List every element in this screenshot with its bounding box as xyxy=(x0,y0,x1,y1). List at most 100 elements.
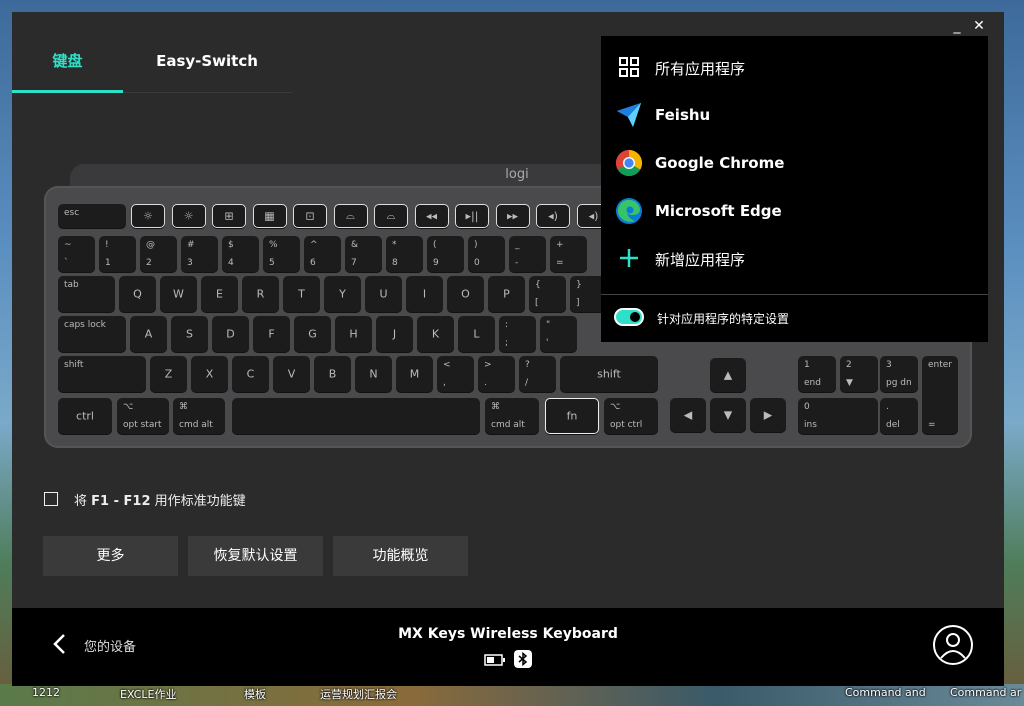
desktop-icon-label[interactable]: Command and xyxy=(845,686,926,699)
desktop-icon-label[interactable]: 1212 xyxy=(32,686,60,699)
key-number: ~ ` xyxy=(58,236,95,272)
menu-item-edge[interactable]: Microsoft Edge xyxy=(601,188,988,234)
chevron-left-icon[interactable] xyxy=(50,632,70,656)
key-number: (9 xyxy=(427,236,464,272)
key-punctuation: >. xyxy=(478,356,515,392)
key-number: + = xyxy=(550,236,587,272)
feishu-icon xyxy=(617,103,641,127)
key-number: #3 xyxy=(181,236,218,272)
key-letter: N xyxy=(355,356,392,392)
key-fn: fn xyxy=(545,398,599,434)
feature-overview-button[interactable]: 功能概览 xyxy=(333,536,468,576)
key-punctuation: :; xyxy=(499,316,536,352)
key-letter: A xyxy=(130,316,167,352)
key-function: ◂◂ xyxy=(414,204,449,228)
key-letter: Z xyxy=(150,356,187,392)
menu-item-label: 新增应用程序 xyxy=(655,251,746,269)
your-devices-link[interactable]: 您的设备 xyxy=(84,636,136,655)
key-letter: F xyxy=(253,316,290,352)
key-opt-ctrl: ⌥ opt ctrl xyxy=(604,398,658,434)
key-letter: O xyxy=(447,276,484,312)
key-function: ☼ xyxy=(131,204,165,228)
key-letter: T xyxy=(283,276,320,312)
key-cmd-alt: ⌘ cmd alt xyxy=(173,398,225,434)
menu-item-add-app[interactable]: 新增应用程序 xyxy=(601,235,988,281)
key-shift-right: shift xyxy=(560,356,658,392)
key-cmd-alt-right: ⌘ cmd alt xyxy=(485,398,539,434)
key-letter: B xyxy=(314,356,351,392)
key-number: % 5 xyxy=(263,236,300,272)
key-letter: Q xyxy=(119,276,156,312)
key-letter: G xyxy=(294,316,331,352)
logi-logo: logi xyxy=(505,167,529,182)
key-opt-start: ⌥ opt start xyxy=(117,398,169,434)
key-letter: S xyxy=(171,316,208,352)
key-function: ▸|| xyxy=(455,204,489,228)
account-icon[interactable] xyxy=(932,624,974,666)
key-number: & 7 xyxy=(345,236,382,272)
menu-item-label: Feishu xyxy=(655,106,711,124)
grid-icon xyxy=(619,57,639,77)
key-arrow-right: ▶ xyxy=(750,398,786,432)
key-space xyxy=(232,398,480,434)
close-button[interactable]: ✕ xyxy=(968,16,990,36)
key-number: * 8 xyxy=(386,236,423,272)
key-numpad-zero: 0 ins xyxy=(798,398,878,434)
footer-bar: 您的设备 MX Keys Wireless Keyboard xyxy=(12,608,1004,686)
key-letter: X xyxy=(191,356,228,392)
key-numpad: 3 pg dn xyxy=(880,356,918,392)
restore-defaults-button[interactable]: 恢复默认设置 xyxy=(188,536,323,576)
key-number: ^ 6 xyxy=(304,236,341,272)
key-function: ⌓ xyxy=(374,204,408,228)
key-function: ◂) xyxy=(536,204,570,228)
key-numpad-dot: . del xyxy=(880,398,918,434)
tab-keyboard[interactable]: 键盘 xyxy=(12,46,123,93)
key-letter: V xyxy=(273,356,310,392)
key-letter: D xyxy=(212,316,249,352)
key-function: ⊞ xyxy=(212,204,246,228)
key-letter: M xyxy=(396,356,433,392)
key-esc: esc xyxy=(58,204,126,228)
key-letter: R xyxy=(242,276,279,312)
key-function: ▸▸ xyxy=(495,204,530,228)
key-letter: E xyxy=(201,276,238,312)
tab-easy-switch[interactable]: Easy-Switch xyxy=(132,46,282,90)
key-number: _ - xyxy=(509,236,546,272)
key-punctuation: " ' xyxy=(540,316,577,352)
desktop-icon-label[interactable]: 运营规划汇报会 xyxy=(320,686,397,702)
key-number: @2 xyxy=(140,236,177,272)
tab-bar: 键盘 Easy-Switch xyxy=(12,46,292,93)
bluetooth-icon xyxy=(514,650,532,668)
key-caps-lock: caps lock xyxy=(58,316,126,352)
key-letter: W xyxy=(160,276,197,312)
key-arrow-down: ▼ xyxy=(710,398,746,432)
menu-item-label: Microsoft Edge xyxy=(655,202,782,220)
key-function: ☼ xyxy=(171,204,206,228)
edge-icon xyxy=(616,198,642,224)
f12-standard-keys-checkbox[interactable] xyxy=(44,492,58,506)
key-punctuation: <, xyxy=(437,356,474,392)
key-shift-left: shift xyxy=(58,356,146,392)
desktop-icon-label[interactable]: EXCLE作业 xyxy=(120,686,176,702)
key-letter: P xyxy=(488,276,525,312)
desktop-icon-label[interactable]: Command ar xyxy=(950,686,1021,699)
key-letter: C xyxy=(232,356,269,392)
app-specific-settings-toggle[interactable] xyxy=(614,308,644,326)
menu-item-label: Google Chrome xyxy=(655,154,785,172)
menu-item-feishu[interactable]: Feishu xyxy=(601,92,988,138)
key-numpad: 2 ▼ xyxy=(840,356,878,392)
more-button[interactable]: 更多 xyxy=(43,536,178,576)
key-arrow-up: ▲ xyxy=(710,358,746,392)
key-letter: K xyxy=(417,316,454,352)
application-dropdown: 所有应用程序 Feishu Google Chrome Microsoft Ed… xyxy=(601,36,988,342)
key-ctrl-left: ctrl xyxy=(58,398,112,434)
key-letter: J xyxy=(376,316,413,352)
minimize-button[interactable]: _ xyxy=(946,16,968,36)
menu-item-all-apps[interactable]: 所有应用程序 xyxy=(601,44,988,90)
key-punctuation: ? / xyxy=(519,356,556,392)
key-letter: U xyxy=(365,276,402,312)
menu-item-chrome[interactable]: Google Chrome xyxy=(601,140,988,186)
key-bracket: {[ xyxy=(529,276,566,312)
app-specific-settings-label: 针对应用程序的特定设置 xyxy=(657,312,790,326)
desktop-icon-label[interactable]: 模板 xyxy=(244,686,266,702)
